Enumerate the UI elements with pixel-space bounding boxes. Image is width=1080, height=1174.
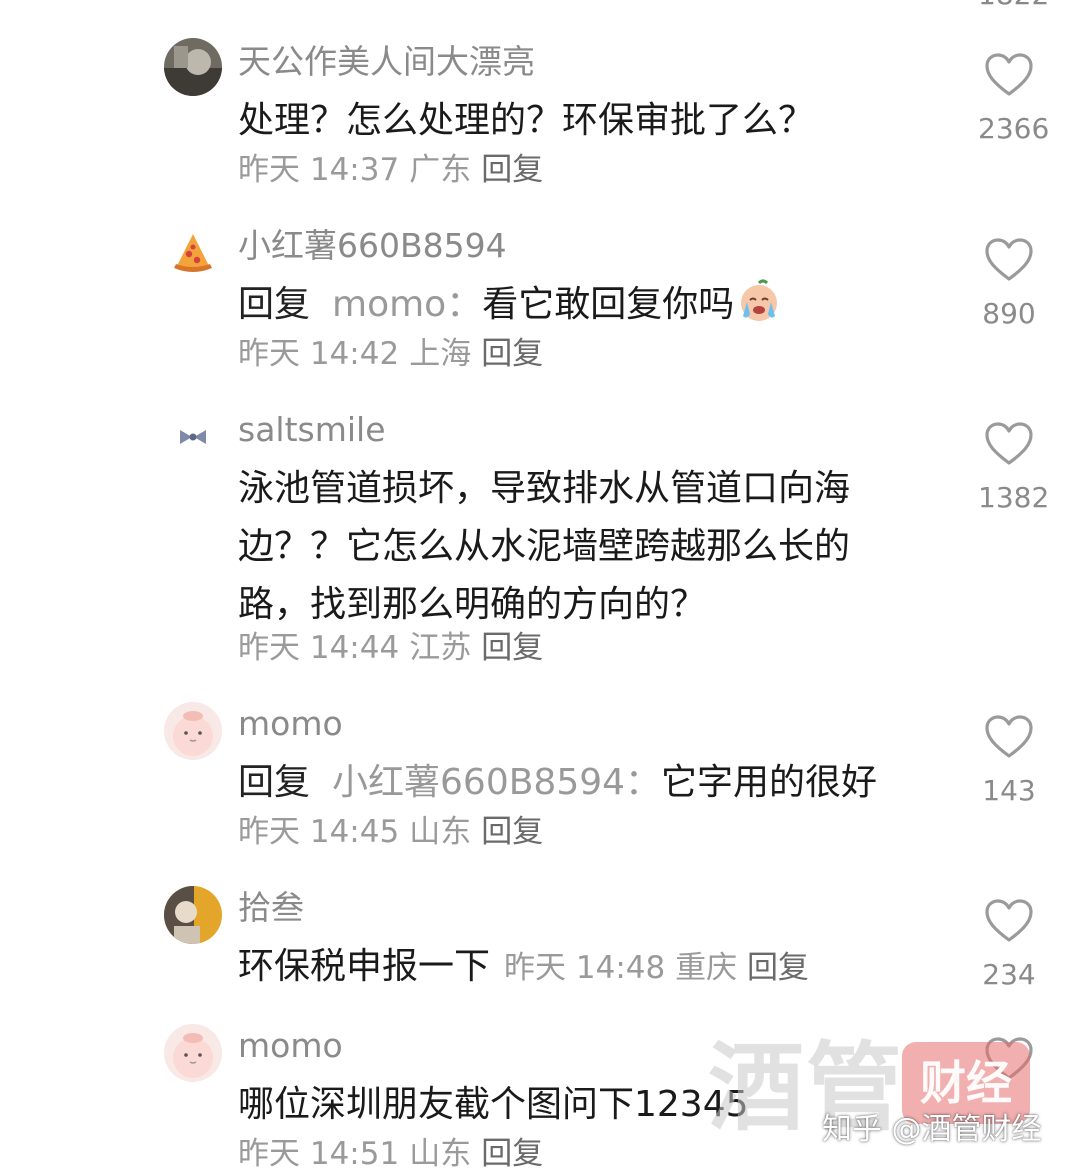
avatar[interactable] (164, 886, 222, 944)
comment-username[interactable]: 天公作美人间大漂亮 (238, 42, 535, 82)
comment-location: 江苏 (409, 630, 472, 666)
comment-time: 昨天 14:44 (238, 630, 400, 666)
comment-time: 昨天 14:42 (238, 336, 400, 372)
comment-text: 泳池管道损坏，导致排水从管道口向海 边？？它怎么从水泥墙壁跨越那么长的 路，找到… (238, 460, 938, 634)
comment-username[interactable]: momo (238, 704, 343, 744)
comment-text: 环保税申报一下 昨天 14:48 重庆 回复 (238, 938, 938, 997)
crying-face-emoji (741, 279, 778, 321)
comment-text-line: 边？？它怎么从水泥墙壁跨越那么长的 (238, 526, 851, 567)
like-count: 143 (982, 774, 1036, 807)
comment-username[interactable]: saltsmile (238, 410, 386, 450)
comment-text-line: 泳池管道损坏，导致排水从管道口向海 (238, 468, 851, 509)
like-count: 2366 (978, 112, 1050, 145)
comment-text: 处理？怎么处理的？环保审批了么？ (238, 100, 815, 141)
comment-meta: 昨天 14:44 江苏 回复 (238, 628, 553, 668)
comment-location: 山东 (409, 1136, 472, 1172)
comment-username[interactable]: 拾叁 (238, 888, 304, 928)
avatar[interactable] (164, 222, 222, 280)
comment-time: 昨天 14:51 (238, 1136, 400, 1172)
avatar[interactable] (164, 38, 222, 96)
heart-outline-icon (985, 238, 1033, 281)
heart-outline-icon (985, 53, 1033, 96)
comment-time: 昨天 14:37 (238, 152, 400, 188)
like-button[interactable]: 143 (978, 714, 1040, 807)
avatar[interactable] (164, 408, 222, 466)
comment-text-line: 路，找到那么明确的方向的？ (238, 584, 707, 625)
reply-button[interactable]: 回复 (481, 336, 543, 372)
comment-meta: 昨天 14:51 山东 回复 (238, 1134, 553, 1174)
avatar[interactable] (164, 702, 222, 760)
comment-text-content: 看它敢回复你吗 (482, 284, 735, 325)
comment-meta: 昨天 14:37 广东 回复 (238, 150, 553, 190)
reply-button[interactable]: 回复 (481, 814, 543, 850)
comment-time: 昨天 14:48 (504, 950, 666, 986)
reply-target-username[interactable]: momo： (332, 284, 482, 325)
like-button[interactable]: 2366 (978, 52, 1050, 145)
like-count: 234 (982, 958, 1036, 991)
comment-username[interactable]: 小红薯660B8594 (238, 226, 507, 266)
partial-like-count: 1822 (978, 0, 1049, 11)
comment-text: 回复 momo：看它敢回复你吗 (238, 276, 938, 334)
comment-text-content: 环保税申报一下 (238, 946, 491, 987)
heart-outline-icon (985, 422, 1033, 465)
watermark-zhihu: 知乎 @酒管财经 (822, 1112, 1042, 1147)
comment-location: 广东 (409, 152, 472, 188)
reply-button[interactable]: 回复 (747, 950, 809, 986)
reply-prefix: 回复 (238, 762, 311, 803)
comment-meta: 昨天 14:42 上海 回复 (238, 334, 553, 374)
reply-button[interactable]: 回复 (481, 152, 543, 188)
comment-meta: 昨天 14:48 重庆 回复 (504, 950, 809, 986)
reply-target-username[interactable]: 小红薯660B8594： (332, 762, 661, 803)
comment-meta: 昨天 14:45 山东 回复 (238, 812, 553, 852)
reply-button[interactable]: 回复 (481, 1136, 543, 1172)
like-button[interactable]: 1382 (978, 421, 1050, 514)
reply-button[interactable]: 回复 (481, 630, 543, 666)
like-button[interactable]: 234 (978, 898, 1040, 991)
comment-text: 回复 小红薯660B8594：它字用的很好 (238, 754, 938, 812)
avatar[interactable] (164, 1024, 222, 1082)
like-count: 890 (982, 297, 1036, 330)
like-count: 1382 (978, 481, 1050, 514)
reply-prefix: 回复 (238, 284, 311, 325)
like-button[interactable]: 890 (978, 237, 1040, 330)
comment-location: 重庆 (675, 950, 738, 986)
comment-location: 上海 (409, 336, 472, 372)
heart-outline-icon (985, 899, 1033, 942)
comment-location: 山东 (409, 814, 472, 850)
comment-time: 昨天 14:45 (238, 814, 400, 850)
heart-outline-icon (985, 715, 1033, 758)
comment-username[interactable]: momo (238, 1026, 343, 1066)
comment-text-content: 它字用的很好 (661, 762, 878, 803)
